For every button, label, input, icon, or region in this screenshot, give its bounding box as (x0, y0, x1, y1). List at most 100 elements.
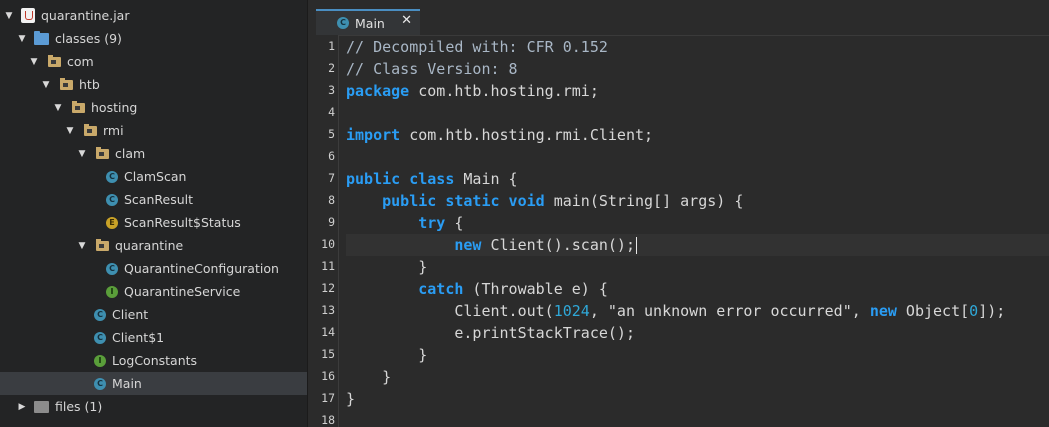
tree-node-scanresult[interactable]: C ScanResult (0, 188, 307, 211)
code-keyword: catch (418, 280, 464, 298)
tree-node-client[interactable]: C Client (0, 303, 307, 326)
tree-node-com[interactable]: ▼ com (0, 50, 307, 73)
tree-node-rmi[interactable]: ▼ rmi (0, 119, 307, 142)
tree-node-label: Client$1 (112, 330, 165, 345)
tree-node-label: com (67, 54, 94, 69)
line-number: 13 (321, 303, 335, 317)
code-text: ]); (978, 302, 1006, 320)
tree-node-label: files (1) (55, 399, 103, 414)
expand-arrow-icon[interactable]: ▶ (16, 402, 28, 412)
code-keyword: public class (346, 170, 455, 188)
tab-main[interactable]: C Main ✕ (316, 9, 420, 35)
expand-arrow-icon[interactable]: ▼ (28, 57, 40, 67)
tree-node-classes[interactable]: ▼ classes (9) (0, 27, 307, 50)
line-number: 10 (321, 237, 335, 251)
code-area[interactable]: // Decompiled with: CFR 0.152 // Class V… (346, 35, 1049, 427)
code-text: } (418, 258, 428, 276)
tree-node-main[interactable]: C Main (0, 372, 307, 395)
code-line: Client.out(1024, "an unknown error occur… (346, 300, 1005, 322)
tree-node-quarantineconfiguration[interactable]: C QuarantineConfiguration (0, 257, 307, 280)
class-icon: C (94, 331, 106, 344)
code-line: public class Main { (346, 168, 518, 190)
tree-node-logconstants[interactable]: I LogConstants (0, 349, 307, 372)
code-line: try { (346, 212, 463, 234)
tree-node-files[interactable]: ▶ files (1) (0, 395, 307, 418)
code-comment: // Decompiled with: CFR 0.152 (346, 38, 608, 56)
tree-node-clam[interactable]: ▼ clam (0, 142, 307, 165)
tree-node-label: quarantine (115, 238, 184, 253)
enum-icon: E (106, 216, 118, 229)
tree-node-label: Client (112, 307, 149, 322)
code-text: , (851, 302, 870, 320)
expand-arrow-icon[interactable]: ▼ (76, 241, 88, 251)
jar-file-icon (21, 8, 35, 23)
code-line: package com.htb.hosting.rmi; (346, 80, 599, 102)
folder-icon (72, 100, 85, 113)
interface-icon: I (106, 285, 118, 298)
line-number: 14 (321, 325, 335, 339)
code-text: { (445, 214, 464, 232)
tree-node-label: ClamScan (124, 169, 187, 184)
folder-icon (60, 77, 73, 90)
expand-arrow-icon[interactable]: ▼ (40, 80, 52, 90)
tree-node-label: hosting (91, 100, 138, 115)
expand-arrow-icon[interactable]: ▼ (52, 103, 64, 113)
folder-icon (84, 123, 97, 136)
code-text: e.printStackTrace(); (454, 324, 635, 342)
line-number: 16 (321, 369, 335, 383)
code-text: com.htb.hosting.rmi.Client; (400, 126, 654, 144)
tree-node-label: QuarantineService (124, 284, 241, 299)
code-text: } (382, 368, 392, 386)
code-keyword: try (418, 214, 446, 232)
expand-arrow-icon[interactable]: ▼ (64, 126, 76, 136)
code-line: } (346, 366, 391, 388)
tree-node-label: htb (79, 77, 100, 92)
tree-node-label: rmi (103, 123, 124, 138)
line-number: 9 (328, 215, 335, 229)
code-editor: C Main ✕ 1 2 3 4 5 6 7 8 9 10 11 12 13 1… (308, 0, 1049, 427)
tree-node-quarantine-jar[interactable]: ▼ quarantine.jar (0, 4, 307, 27)
code-text: Client.out( (454, 302, 554, 320)
code-line: // Decompiled with: CFR 0.152 (346, 36, 608, 58)
line-number: 18 (321, 413, 335, 427)
folder-icon (48, 54, 61, 67)
tree-node-scanresult-status[interactable]: E ScanResult$Status (0, 211, 307, 234)
folder-icon (96, 238, 109, 251)
line-number: 6 (328, 149, 335, 163)
tree-node-client1[interactable]: C Client$1 (0, 326, 307, 349)
tree-node-label: LogConstants (112, 353, 198, 368)
expand-arrow-icon[interactable]: ▼ (16, 34, 28, 44)
class-icon: C (94, 308, 106, 321)
code-line: import com.htb.hosting.rmi.Client; (346, 124, 653, 146)
code-comment: // Class Version: 8 (346, 60, 518, 78)
tree-node-hosting[interactable]: ▼ hosting (0, 96, 307, 119)
code-text: Main { (454, 170, 518, 188)
text-caret (636, 237, 637, 254)
tree-node-quarantineservice[interactable]: I QuarantineService (0, 280, 307, 303)
tree-node-htb[interactable]: ▼ htb (0, 73, 307, 96)
line-number: 3 (328, 83, 335, 97)
class-icon: C (94, 377, 106, 390)
tree-node-label: Main (112, 376, 142, 391)
tree-node-quarantine[interactable]: ▼ quarantine (0, 234, 307, 257)
code-text: , (589, 302, 608, 320)
package-folder-icon (34, 30, 49, 45)
line-number: 7 (328, 171, 335, 185)
tab-label: Main (355, 15, 385, 31)
tree-node-clamscan[interactable]: C ClamScan (0, 165, 307, 188)
code-number: 1024 (553, 302, 590, 320)
line-number: 2 (328, 61, 335, 75)
tree-node-label: quarantine.jar (41, 8, 130, 23)
expand-arrow-icon[interactable]: ▼ (76, 149, 88, 159)
code-text: com.htb.hosting.rmi; (409, 82, 599, 100)
line-number: 5 (328, 127, 335, 141)
files-folder-icon (34, 400, 49, 413)
tree-node-label: ScanResult$Status (124, 215, 241, 230)
line-number-gutter: 1 2 3 4 5 6 7 8 9 10 11 12 13 14 15 16 1… (308, 35, 339, 427)
interface-icon: I (94, 354, 106, 367)
code-line: } (346, 388, 355, 410)
editor-tab-bar: C Main ✕ (308, 0, 1049, 36)
close-icon[interactable]: ✕ (401, 13, 412, 28)
current-code-line: new Client().scan(); (346, 234, 1049, 256)
expand-arrow-icon[interactable]: ▼ (3, 11, 15, 21)
